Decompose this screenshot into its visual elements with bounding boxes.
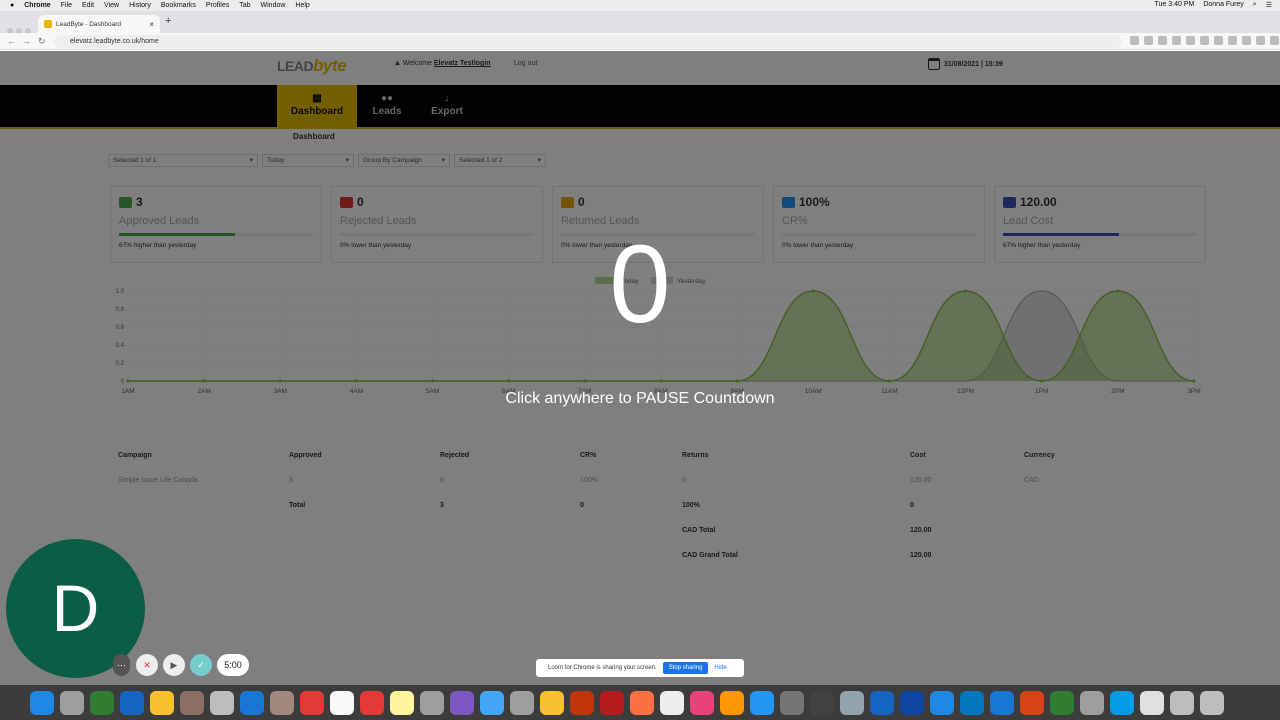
browser-tab-strip: LeadByte - Dashboard ×: [0, 11, 1280, 34]
dock-app-icon[interactable]: [690, 690, 714, 715]
close-tab-icon[interactable]: ×: [149, 20, 154, 29]
dock-app-icon[interactable]: [540, 690, 564, 715]
recording-timer: 5:00: [217, 654, 249, 676]
dock-app-icon[interactable]: [570, 690, 594, 715]
menu-edit[interactable]: Edit: [82, 2, 94, 9]
dock-app-icon[interactable]: [1050, 690, 1074, 715]
url-bar[interactable]: elevatz.leadbyte.co.uk/home: [54, 35, 1122, 48]
address-toolbar: ← → ↻ elevatz.leadbyte.co.uk/home: [0, 33, 1280, 50]
dock-app-icon[interactable]: [90, 690, 114, 715]
leadbyte-favicon-icon: [44, 20, 52, 28]
dock-app-icon[interactable]: [780, 690, 804, 715]
dock-app-icon[interactable]: [390, 690, 414, 715]
dock-app-icon[interactable]: [1140, 690, 1164, 715]
new-tab-icon[interactable]: +: [165, 15, 171, 27]
menu-profiles[interactable]: Profiles: [206, 2, 229, 9]
menu-view[interactable]: View: [104, 2, 119, 9]
dock-app-icon[interactable]: [1020, 690, 1044, 715]
menu-file[interactable]: File: [61, 2, 72, 9]
restart-icon[interactable]: ▶: [163, 654, 185, 676]
dock-app-icon[interactable]: [720, 690, 744, 715]
menubar-user[interactable]: Donna Furey: [1203, 1, 1243, 9]
dock-app-icon[interactable]: [180, 690, 204, 715]
dock-app-icon[interactable]: [300, 690, 324, 715]
dock-app-icon[interactable]: [660, 690, 684, 715]
cancel-recording-icon[interactable]: ✕: [136, 654, 158, 676]
dock-app-icon[interactable]: [840, 690, 864, 715]
macos-menu-bar: ● Chrome File Edit View History Bookmark…: [0, 0, 1280, 11]
dock-app-icon[interactable]: [630, 690, 654, 715]
menu-chrome[interactable]: Chrome: [24, 2, 50, 9]
search-icon[interactable]: ⌕: [1253, 1, 1257, 9]
dock-app-icon[interactable]: [480, 690, 504, 715]
dock-app-icon[interactable]: [60, 690, 84, 715]
dock-app-icon[interactable]: [30, 690, 54, 715]
tab-title: LeadByte - Dashboard: [56, 20, 122, 28]
macos-dock: [0, 685, 1280, 720]
dock-app-icon[interactable]: [600, 690, 624, 715]
extension-icons[interactable]: [1130, 36, 1280, 45]
hide-share-bar-button[interactable]: Hide: [714, 665, 726, 671]
screen-share-bar: Loom for Chrome is sharing your screen. …: [536, 659, 744, 677]
dock-app-icon[interactable]: [900, 690, 924, 715]
stop-sharing-button[interactable]: Stop sharing: [662, 662, 709, 674]
dock-app-icon[interactable]: [1200, 690, 1224, 715]
control-center-icon[interactable]: ☰: [1266, 1, 1272, 9]
menubar-clock[interactable]: Tue 3:40 PM: [1155, 1, 1195, 9]
pause-countdown-message[interactable]: Click anywhere to PAUSE Countdown: [0, 390, 1280, 408]
dock-app-icon[interactable]: [1110, 690, 1134, 715]
menu-window[interactable]: Window: [261, 2, 286, 9]
back-icon[interactable]: ←: [7, 36, 16, 46]
countdown-number: 0: [609, 223, 671, 346]
menu-bookmarks[interactable]: Bookmarks: [161, 2, 196, 9]
dock-app-icon[interactable]: [330, 690, 354, 715]
forward-icon[interactable]: →: [22, 36, 31, 46]
share-bar-text: Loom for Chrome is sharing your screen.: [548, 665, 657, 671]
dock-app-icon[interactable]: [360, 690, 384, 715]
more-options-icon[interactable]: ⋯: [113, 654, 130, 676]
dock-app-icon[interactable]: [450, 690, 474, 715]
dock-app-icon[interactable]: [270, 690, 294, 715]
dock-app-icon[interactable]: [960, 690, 984, 715]
dock-app-icon[interactable]: [930, 690, 954, 715]
dock-app-icon[interactable]: [750, 690, 774, 715]
browser-tab[interactable]: LeadByte - Dashboard ×: [38, 15, 160, 33]
dock-app-icon[interactable]: [420, 690, 444, 715]
menu-history[interactable]: History: [129, 2, 151, 9]
dock-app-icon[interactable]: [1080, 690, 1104, 715]
menu-help[interactable]: Help: [295, 2, 309, 9]
dock-app-icon[interactable]: [120, 690, 144, 715]
dock-app-icon[interactable]: [990, 690, 1014, 715]
menu-tab[interactable]: Tab: [239, 2, 250, 9]
dock-app-icon[interactable]: [240, 690, 264, 715]
finish-recording-icon[interactable]: ✓: [190, 654, 212, 676]
countdown-overlay[interactable]: [0, 51, 1280, 685]
dock-app-icon[interactable]: [810, 690, 834, 715]
dock-app-icon[interactable]: [150, 690, 174, 715]
dock-app-icon[interactable]: [1170, 690, 1194, 715]
dock-app-icon[interactable]: [510, 690, 534, 715]
reload-icon[interactable]: ↻: [38, 36, 46, 47]
dock-app-icon[interactable]: [210, 690, 234, 715]
dock-app-icon[interactable]: [870, 690, 894, 715]
apple-icon[interactable]: ●: [10, 2, 14, 9]
